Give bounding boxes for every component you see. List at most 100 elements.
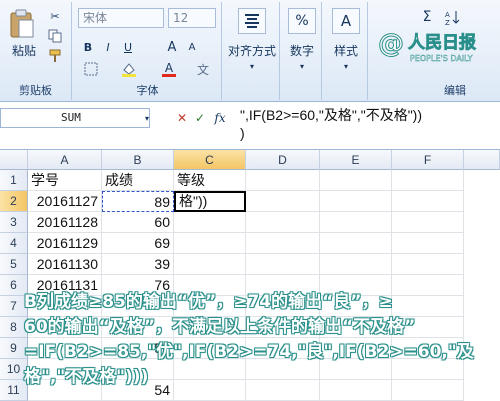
cell-c2[interactable]: 格")) (174, 191, 246, 212)
caption-line-4: 格","不及格"))) (24, 367, 149, 387)
svg-text:A: A (445, 11, 450, 19)
grow-font-button[interactable]: A (164, 38, 180, 56)
cut-icon[interactable]: ✂ (46, 8, 64, 24)
autosum-button[interactable]: Σ (418, 8, 436, 26)
fill-color-icon[interactable] (118, 60, 140, 78)
font-name-select[interactable]: 宋体 (78, 8, 164, 28)
cell-a1[interactable]: 学号 (28, 170, 102, 191)
row-header[interactable]: 4 (0, 233, 28, 254)
cell-b2[interactable]: 89 (102, 191, 174, 212)
enter-button[interactable]: ✓ (192, 110, 208, 126)
svg-text:文: 文 (197, 62, 209, 76)
cell-f2[interactable] (392, 191, 464, 212)
column-header-e[interactable]: E (320, 150, 392, 170)
styles-button-label: 样式 (333, 43, 358, 58)
svg-text:@: @ (378, 29, 404, 59)
column-header-d[interactable]: D (246, 150, 320, 170)
chevron-down-icon[interactable]: ▾ (142, 112, 152, 124)
cell-d2[interactable] (246, 191, 320, 212)
ribbon: 粘贴 ✂ 剪贴板 宋体 12 B I U A A A 文 字体 对齐方式 ▾ %… (0, 0, 500, 102)
column-header-c[interactable]: C (174, 150, 246, 170)
insert-function-button[interactable]: fx (210, 110, 230, 126)
formula-bar: SUM ▾ ✕ ✓ fx ",IF(B2>=60,"及格","不及格")) ) (0, 104, 500, 150)
cell-f3[interactable] (392, 212, 464, 233)
row-header[interactable]: 1 (0, 170, 28, 191)
paste-icon[interactable] (6, 8, 38, 40)
number-button-label: 数字 (289, 43, 314, 58)
alignment-group[interactable]: 对齐方式 ▾ (224, 2, 280, 100)
cell-e4[interactable] (320, 233, 392, 254)
select-all-corner[interactable] (0, 150, 28, 170)
cell-b3[interactable]: 60 (102, 212, 174, 233)
cell-a2[interactable]: 20161127 (28, 191, 102, 212)
font-color-glyph: A (164, 60, 174, 75)
cell-d3[interactable] (246, 212, 320, 233)
svg-text:Z: Z (445, 19, 450, 25)
cell-b4[interactable]: 69 (102, 233, 174, 254)
cell-e5[interactable] (320, 254, 392, 275)
cancel-button[interactable]: ✕ (174, 110, 190, 126)
bold-button[interactable]: B (80, 38, 96, 56)
row-header[interactable]: 5 (0, 254, 28, 275)
chevron-down-icon: ▾ (343, 61, 348, 71)
copy-icon[interactable] (46, 28, 64, 44)
cell-e2[interactable] (320, 191, 392, 212)
cell-c1[interactable]: 等级 (174, 170, 246, 191)
column-header-filler (464, 150, 500, 170)
formula-input[interactable]: ",IF(B2>=60,"及格","不及格")) ) (236, 106, 500, 148)
clipboard-group-label: 剪贴板 (19, 84, 52, 97)
cell-e1[interactable] (320, 170, 392, 191)
row-header[interactable]: 3 (0, 212, 28, 233)
cell-a5[interactable]: 20161130 (28, 254, 102, 275)
font-color-icon[interactable]: A (158, 60, 180, 78)
cell-a4[interactable]: 20161129 (28, 233, 102, 254)
name-box[interactable]: SUM (0, 108, 150, 128)
svg-text:人民日报: 人民日报 (408, 32, 476, 53)
cell-f5[interactable] (392, 254, 464, 275)
cell-c5[interactable] (174, 254, 246, 275)
alignment-button-label: 对齐方式 (227, 43, 276, 58)
number-group[interactable]: % 数字 ▾ (282, 2, 322, 100)
cell-d1[interactable] (246, 170, 320, 191)
clipboard-group: 粘贴 ✂ 剪贴板 (0, 2, 72, 100)
wen-icon[interactable]: 文 (192, 60, 214, 78)
chevron-down-icon: ▾ (299, 61, 304, 71)
cell-c3[interactable] (174, 212, 246, 233)
format-painter-icon[interactable] (46, 48, 64, 64)
chevron-down-icon: ▾ (249, 61, 254, 71)
styles-icon: A (332, 8, 360, 34)
paste-button[interactable]: 粘贴 (4, 42, 44, 58)
percent-icon: % (288, 8, 316, 34)
align-lines-icon (238, 8, 266, 34)
italic-button[interactable]: I (100, 38, 116, 56)
underline-button[interactable]: U (120, 38, 136, 56)
tutorial-caption: B列成绩≥85的输出“优”，≥74的输出“良”，≥ 60的输出“及格”，不满足以… (24, 290, 494, 390)
column-header-f[interactable]: F (392, 150, 464, 170)
sort-filter-icon[interactable]: AZ (444, 8, 462, 26)
cell-c4[interactable] (174, 233, 246, 254)
styles-group[interactable]: A 样式 ▾ (324, 2, 368, 100)
caption-line-3: =IF(B2>=85,"优",IF(B2>=74,"良",IF(B2>=60,"… (24, 342, 474, 362)
caption-line-2: 60的输出“及格”，不满足以上条件的输出“不及格” (24, 317, 416, 337)
cell-b1[interactable]: 成绩 (102, 170, 174, 191)
caption-line-1: B列成绩≥85的输出“优”，≥74的输出“良”，≥ (24, 292, 393, 312)
peoples-daily-logo: @ 人民日报 PEOPLE'S DAILY (378, 26, 496, 66)
formula-line-2: ) (240, 125, 245, 141)
font-group: 宋体 12 B I U A A A 文 字体 (74, 2, 222, 100)
column-header-a[interactable]: A (28, 150, 102, 170)
formula-line-1: ",IF(B2>=60,"及格","不及格")) (240, 107, 422, 123)
font-size-select[interactable]: 12 (168, 8, 216, 28)
cell-f4[interactable] (392, 233, 464, 254)
font-group-label: 字体 (136, 84, 159, 97)
svg-text:PEOPLE'S DAILY: PEOPLE'S DAILY (410, 54, 473, 63)
column-header-b[interactable]: B (102, 150, 174, 170)
row-header[interactable]: 2 (0, 191, 28, 212)
cell-b5[interactable]: 39 (102, 254, 174, 275)
cell-e3[interactable] (320, 212, 392, 233)
cell-d4[interactable] (246, 233, 320, 254)
cell-d5[interactable] (246, 254, 320, 275)
cell-f1[interactable] (392, 170, 464, 191)
borders-icon[interactable] (80, 60, 102, 78)
cell-a3[interactable]: 20161128 (28, 212, 102, 233)
shrink-font-button[interactable]: A (184, 38, 200, 56)
